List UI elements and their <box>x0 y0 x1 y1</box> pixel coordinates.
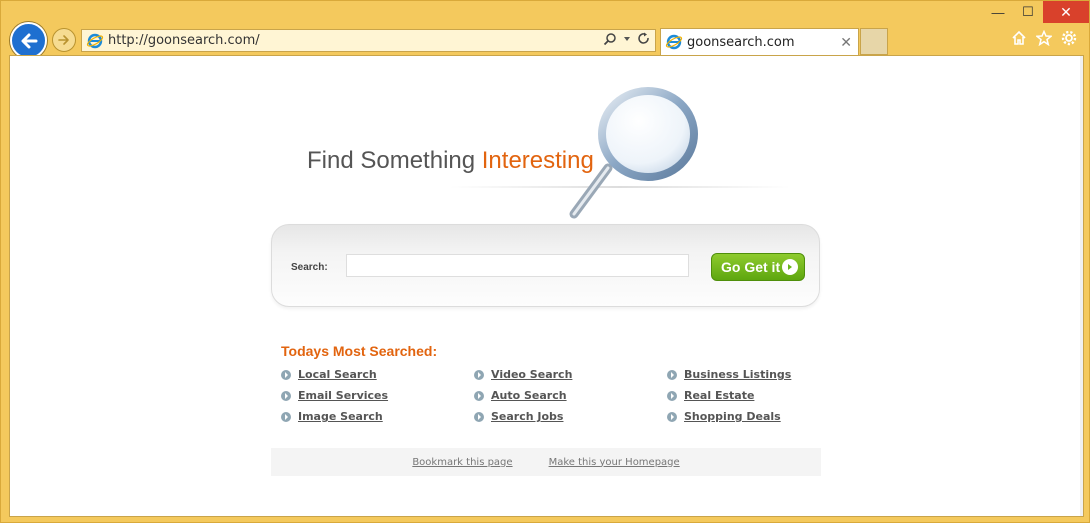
link-search-jobs[interactable]: Search Jobs <box>491 410 563 423</box>
scrollbar[interactable] <box>1080 56 1083 516</box>
ie-icon <box>86 33 104 48</box>
list-item: Real Estate <box>667 388 821 403</box>
bullet-arrow-icon <box>281 411 291 422</box>
page-content: Find Something Interesting Search: Go Ge… <box>9 55 1084 517</box>
most-searched-links: Local Search Video Search Business Listi… <box>281 367 821 424</box>
list-item: Search Jobs <box>474 409 667 424</box>
link-shopping-deals[interactable]: Shopping Deals <box>684 410 781 423</box>
link-business-listings[interactable]: Business Listings <box>684 368 791 381</box>
address-tools <box>603 32 651 46</box>
browser-toolbar-icons <box>1011 30 1077 46</box>
link-image-search[interactable]: Image Search <box>298 410 383 423</box>
tab-goonsearch[interactable]: goonsearch.com ✕ <box>660 28 859 55</box>
address-url[interactable]: http://goonsearch.com/ <box>108 33 260 48</box>
forward-arrow-icon <box>58 35 69 45</box>
list-item: Email Services <box>281 388 474 403</box>
tab-title: goonsearch.com <box>687 34 795 50</box>
list-item: Video Search <box>474 367 667 382</box>
bullet-arrow-icon <box>667 411 677 422</box>
search-icon[interactable] <box>603 32 617 46</box>
list-item: Image Search <box>281 409 474 424</box>
close-window-button[interactable]: ✕ <box>1043 1 1089 23</box>
headline: Find Something Interesting <box>307 147 594 175</box>
bullet-arrow-icon <box>281 390 291 401</box>
arrow-right-icon <box>782 259 798 275</box>
search-label: Search: <box>291 262 328 273</box>
close-icon[interactable]: ✕ <box>840 34 852 51</box>
most-searched-title: Todays Most Searched: <box>281 343 438 359</box>
star-icon[interactable] <box>1036 30 1052 46</box>
list-item: Local Search <box>281 367 474 382</box>
minimize-button[interactable]: — <box>983 1 1013 23</box>
link-email-services[interactable]: Email Services <box>298 389 388 402</box>
link-video-search[interactable]: Video Search <box>491 368 572 381</box>
refresh-icon[interactable] <box>637 32 651 46</box>
link-auto-search[interactable]: Auto Search <box>491 389 567 402</box>
link-local-search[interactable]: Local Search <box>298 368 377 381</box>
search-panel: Search: Go Get it <box>271 224 820 307</box>
make-homepage-link[interactable]: Make this your Homepage <box>549 457 680 468</box>
bullet-arrow-icon <box>281 369 291 380</box>
browser-frame: — ☐ ✕ http://goonsearch.com/ goonsearch.… <box>0 0 1090 523</box>
go-button-label: Go Get it <box>721 259 781 275</box>
search-input[interactable] <box>346 254 689 277</box>
address-bar[interactable]: http://goonsearch.com/ <box>81 29 656 52</box>
bullet-arrow-icon <box>474 369 484 380</box>
list-item: Business Listings <box>667 367 821 382</box>
window-controls: — ☐ ✕ <box>983 1 1089 25</box>
gear-icon[interactable] <box>1061 30 1077 46</box>
back-button[interactable] <box>10 22 47 59</box>
magnifier-graphic <box>569 87 698 219</box>
bullet-arrow-icon <box>667 390 677 401</box>
list-item: Auto Search <box>474 388 667 403</box>
ie-icon <box>665 34 683 50</box>
list-item: Shopping Deals <box>667 409 821 424</box>
new-tab-button[interactable] <box>860 28 888 55</box>
forward-button[interactable] <box>52 28 76 52</box>
back-arrow-icon <box>21 33 37 48</box>
bullet-arrow-icon <box>474 411 484 422</box>
headline-prefix: Find Something <box>307 147 476 174</box>
home-icon[interactable] <box>1011 30 1027 46</box>
bookmark-link[interactable]: Bookmark this page <box>412 457 512 468</box>
dropdown-chevron-icon[interactable] <box>623 35 631 43</box>
link-real-estate[interactable]: Real Estate <box>684 389 754 402</box>
bullet-arrow-icon <box>474 390 484 401</box>
footer-bar: Bookmark this page Make this your Homepa… <box>271 448 821 476</box>
bullet-arrow-icon <box>667 369 677 380</box>
go-get-it-button[interactable]: Go Get it <box>711 253 805 281</box>
maximize-button[interactable]: ☐ <box>1013 1 1043 23</box>
